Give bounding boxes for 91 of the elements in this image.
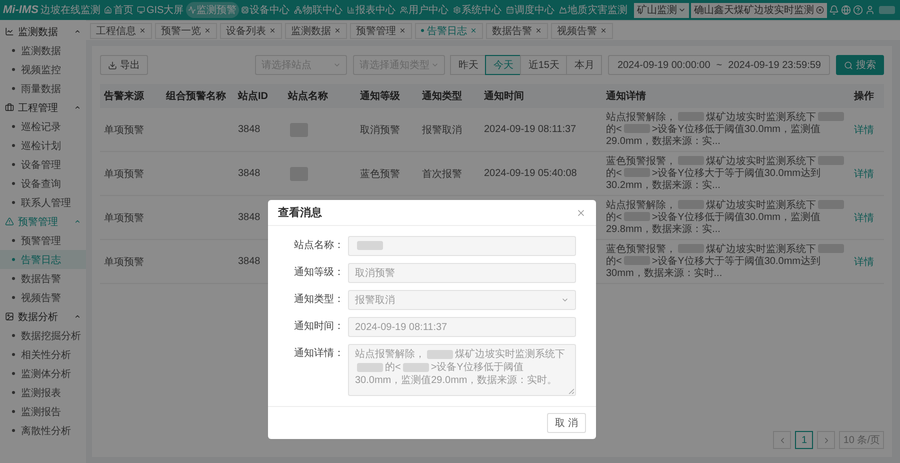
sidebar-group[interactable]: 数据分析 <box>0 307 86 326</box>
sidebar-item[interactable]: 监测体分析 <box>0 364 86 383</box>
sidebar-item[interactable]: 数据告警 <box>0 269 86 288</box>
table-cell-text: 蓝色预警 <box>360 168 400 180</box>
details-link[interactable]: 详情 <box>854 210 874 224</box>
column-header: 组合预警名称 <box>162 84 234 108</box>
range-button[interactable]: 近15天 <box>520 55 568 75</box>
field-label: 通知时间： <box>293 320 344 334</box>
page-tab[interactable]: 监测数据 <box>285 22 347 38</box>
table-cell: 3848 <box>234 152 284 196</box>
detail-textarea[interactable]: 站点报警解除， 煤矿边坡实时监测系统下 的< >设备Y位移低于阈值30.0mm，监测值29.0mm，数据来源：实时。 <box>348 344 576 396</box>
type-select[interactable]: 报警取消 <box>348 290 576 310</box>
nav-item[interactable]: 物联中心 <box>292 2 345 18</box>
column-header: 通知等级 <box>356 84 418 108</box>
table-cell-text: 首次报警 <box>422 168 462 180</box>
column-header: 通知类型 <box>418 84 480 108</box>
nav-item[interactable]: 首页 <box>102 2 136 18</box>
sidebar-item[interactable]: 监测数据 <box>0 41 86 60</box>
table-cell-text: 报警取消 <box>422 124 462 136</box>
page-tab[interactable]: 数据告警 <box>486 22 548 38</box>
sidebar-item[interactable]: 雨量数据 <box>0 79 86 98</box>
field-label: 站点名称： <box>293 238 344 253</box>
site-field[interactable]: 确山鑫天煤矿边坡实时监测 <box>691 2 827 18</box>
sidebar-item[interactable]: 相关性分析 <box>0 345 86 364</box>
column-header: 通知详情 <box>602 84 850 108</box>
range-button[interactable]: 本月 <box>566 55 602 75</box>
nav-item[interactable]: 设备中心 <box>238 2 292 18</box>
column-header: 通知时间 <box>480 84 602 108</box>
app-title: 边坡在线监测 <box>40 4 100 17</box>
sidebar-group[interactable]: 预警管理 <box>0 212 86 231</box>
details-link[interactable]: 详情 <box>854 254 874 268</box>
field-label: 通知详情： <box>293 346 344 361</box>
page-tab[interactable]: 预警一览 <box>155 22 217 38</box>
sidebar-item[interactable]: 监测报表 <box>0 383 86 402</box>
page-size-select[interactable]: 10 条/页 <box>839 431 884 449</box>
nav-item[interactable]: 调度中心 <box>504 2 557 18</box>
page-button[interactable]: 1 <box>795 431 814 449</box>
page-tab[interactable]: 视频告警 <box>551 22 613 38</box>
detail-text: 蓝色预警报警， 煤矿边坡实时监测系统下 的< >设备Y位移大于等于阈值30.0mm达到30mm，数据来源：实时... <box>606 244 846 280</box>
table-cell: 单项预警 <box>100 152 162 196</box>
input-field[interactable]: 2024-09-19 08:11:37 <box>348 317 576 337</box>
page-tab[interactable]: 告警日志 <box>415 22 483 38</box>
table-cell: 2024-09-19 08:11:37 <box>484 124 576 135</box>
sidebar-item[interactable]: 设备管理 <box>0 155 86 174</box>
range-button[interactable]: 今天 <box>485 55 522 75</box>
nav-item[interactable]: GIS大屏 <box>135 2 186 18</box>
search-button[interactable]: 搜索 <box>836 55 884 75</box>
table-cell: 单项预警 <box>100 240 162 284</box>
details-link[interactable]: 详情 <box>854 166 874 180</box>
sidebar-item[interactable]: 数据挖掘分析 <box>0 326 86 345</box>
field-label: 通知等级： <box>293 266 344 280</box>
details-link[interactable]: 详情 <box>854 122 874 136</box>
nav-item[interactable]: 系统中心 <box>450 2 504 18</box>
sidebar-item[interactable]: 视频监控 <box>0 60 86 79</box>
page-tab[interactable]: 工程信息 <box>90 22 152 38</box>
column-header: 告警来源 <box>100 84 162 108</box>
detail-text: 站点报警解除， 煤矿边坡实时监测系统下 的< >设备Y位移低于阈值30.0mm，监测值29.8mm，数据来源：实... <box>606 200 846 236</box>
column-header: 站点ID <box>234 84 284 108</box>
table-cell: 3848 <box>234 108 284 152</box>
page-tab[interactable]: 预警管理 <box>350 22 412 38</box>
field-label: 通知类型： <box>293 292 344 307</box>
sidebar-group[interactable]: 工程管理 <box>0 98 86 117</box>
sidebar-item[interactable]: 视频告警 <box>0 288 86 307</box>
sidebar-item[interactable]: 告警日志 <box>0 250 86 269</box>
sidebar-item[interactable]: 联系人管理 <box>0 193 86 212</box>
sidebar-item[interactable]: 设备查询 <box>0 174 86 193</box>
table-cell: 单项预警 <box>100 108 162 152</box>
page-tab[interactable]: 设备列表 <box>220 22 282 38</box>
export-button[interactable]: 导出 <box>100 55 148 75</box>
sidebar-item[interactable]: 巡检计划 <box>0 136 86 155</box>
nav-item[interactable]: 地质灾害监测 <box>556 2 630 18</box>
detail-text: 蓝色预警报警， 煤矿边坡实时监测系统下 的< >设备Y位移大于等于阈值30.0mm达到30.2mm，数据来源：实... <box>606 156 846 192</box>
date-range-field[interactable]: 2024-09-19 00:00:00 ~ 2024-09-19 23:59:59 <box>608 55 830 75</box>
column-header: 站点名称 <box>284 84 356 108</box>
table-cell-text: 取消预警 <box>360 124 400 136</box>
sidebar-item[interactable]: 离散性分析 <box>0 421 86 440</box>
project-select[interactable]: 矿山监测 <box>634 2 689 18</box>
detail-text: 站点报警解除， 煤矿边坡实时监测系统下 的< >设备Y位移低于阈值30.0mm，监测值29.0mm，数据来源：实... <box>606 112 846 148</box>
column-header: 操作 <box>850 84 884 108</box>
sidebar-group[interactable]: 监测数据 <box>0 22 86 41</box>
range-button[interactable]: 昨天 <box>450 55 486 75</box>
sidebar-item[interactable]: 巡检记录 <box>0 117 86 136</box>
table-cell: 2024-09-19 05:40:08 <box>484 168 577 179</box>
nav-item[interactable]: 报表中心 <box>344 2 398 18</box>
nav-item[interactable]: 用户中心 <box>398 2 451 18</box>
sidebar-item[interactable]: 预警管理 <box>0 231 86 250</box>
sidebar-item[interactable]: 监测报告 <box>0 402 86 421</box>
input-field[interactable]: 取消预警 <box>348 263 576 283</box>
table-cell: 单项预警 <box>100 196 162 240</box>
cancel-button[interactable]: 取 消 <box>547 413 586 433</box>
logo: Mi-IMS <box>3 4 38 16</box>
